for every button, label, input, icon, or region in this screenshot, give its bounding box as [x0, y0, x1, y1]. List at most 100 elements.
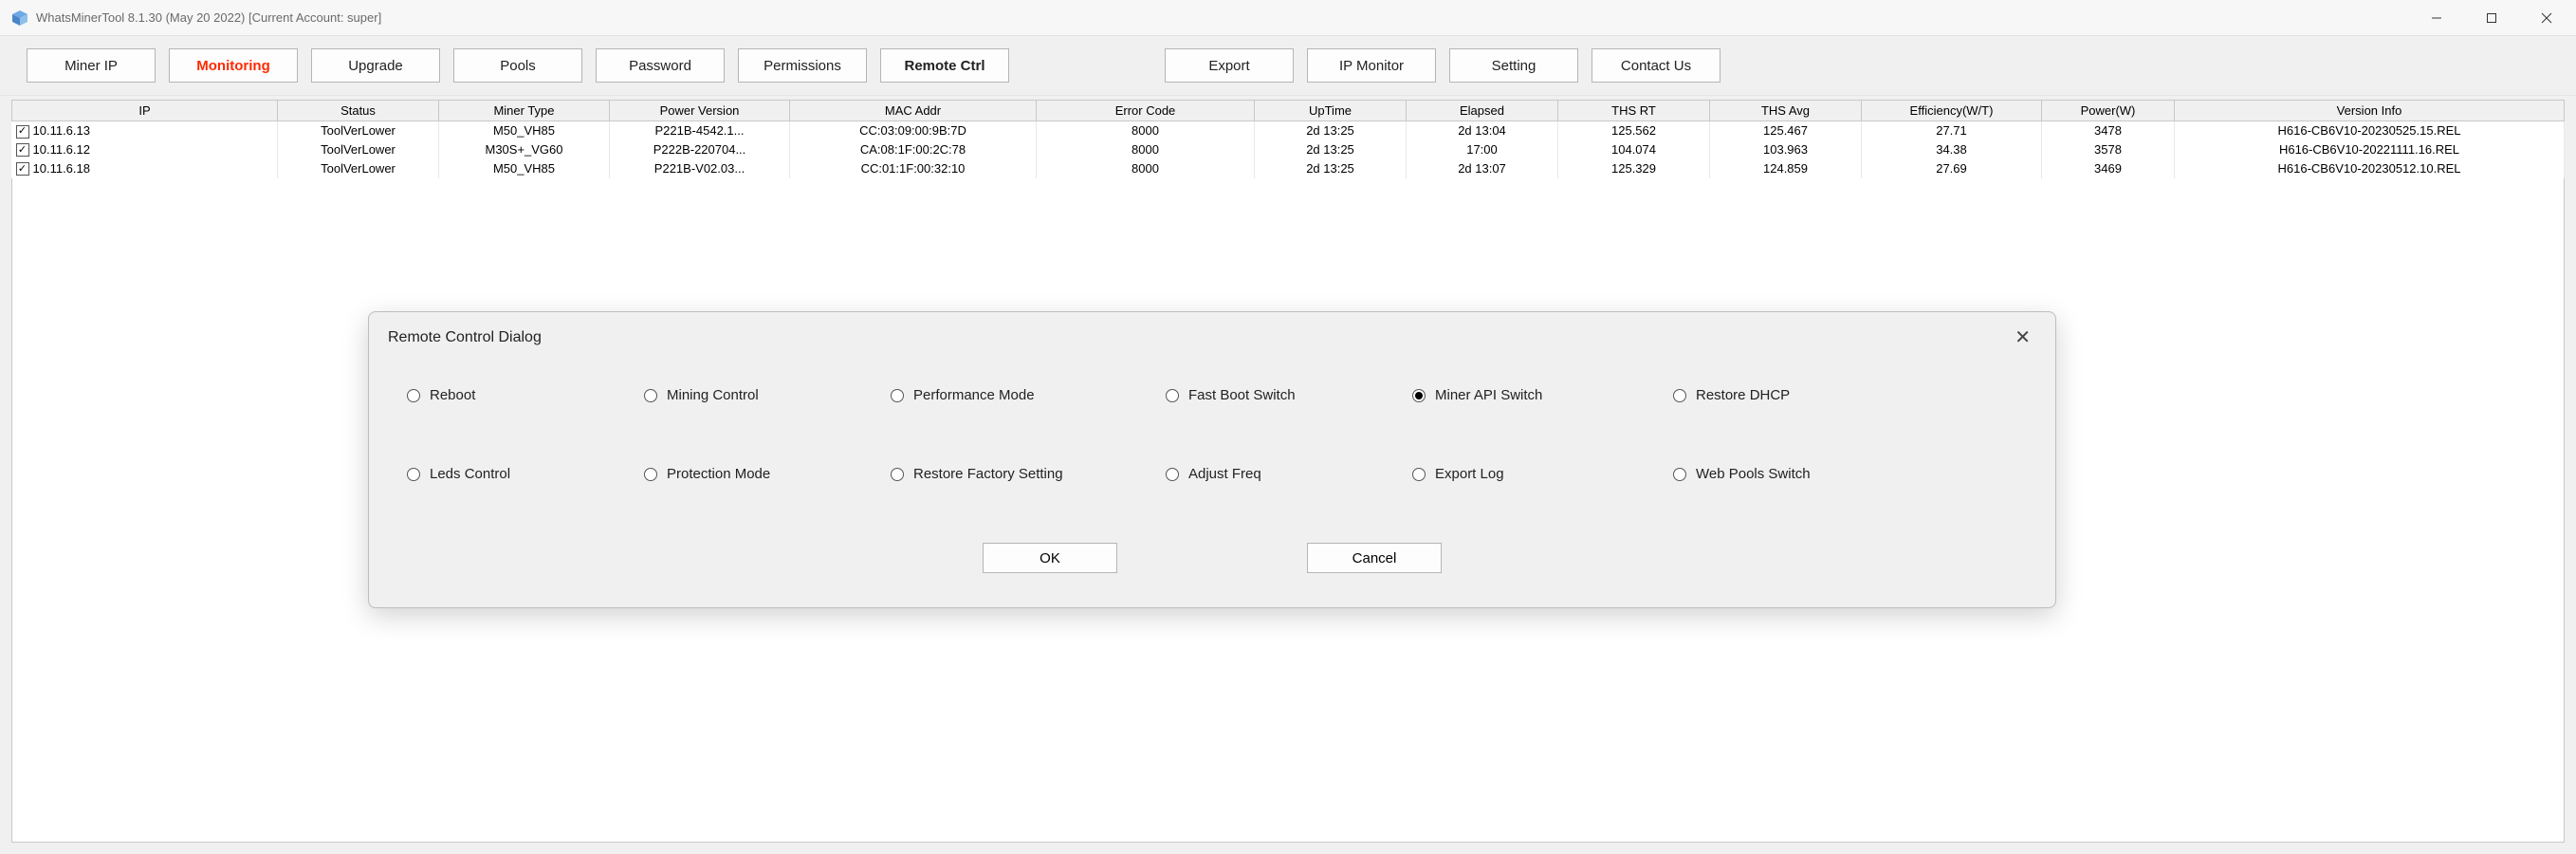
col-ip[interactable]: IP [12, 101, 278, 121]
cell-uptime: 2d 13:25 [1255, 159, 1407, 178]
miner-table: IP Status Miner Type Power Version MAC A… [11, 100, 2565, 178]
cell-status: ToolVerLower [278, 121, 439, 140]
cell-efficiency: 27.71 [1862, 121, 2042, 140]
cell-error-code: 8000 [1037, 121, 1255, 140]
col-uptime[interactable]: UpTime [1255, 101, 1407, 121]
col-mac[interactable]: MAC Addr [790, 101, 1037, 121]
cell-power-version: P221B-4542.1... [610, 121, 790, 140]
col-elapsed[interactable]: Elapsed [1407, 101, 1558, 121]
table-row[interactable]: ✓10.11.6.12ToolVerLowerM30S+_VG60P222B-2… [12, 140, 2565, 159]
table-row[interactable]: ✓ 10.11.6.13 ToolVerLowerM50_VH85P221B-454… [12, 121, 2565, 140]
col-version-info[interactable]: Version Info [2175, 101, 2565, 121]
col-status[interactable]: Status [278, 101, 439, 121]
col-miner-type[interactable]: Miner Type [439, 101, 610, 121]
cell-status: ToolVerLower [278, 140, 439, 159]
dialog-close-icon[interactable]: ✕ [2009, 325, 2036, 349]
col-ths-avg[interactable]: THS Avg [1710, 101, 1862, 121]
radio-reboot-label: Reboot [430, 387, 475, 403]
minimize-button[interactable] [2409, 0, 2464, 35]
contact-us-button[interactable]: Contact Us [1592, 48, 1720, 83]
col-error-code[interactable]: Error Code [1037, 101, 1255, 121]
cell-efficiency: 27.69 [1862, 159, 2042, 178]
cell-ths-avg: 124.859 [1710, 159, 1862, 178]
radio-export-log-label: Export Log [1435, 466, 1504, 482]
remote-ctrl-button[interactable]: Remote Ctrl [880, 48, 1009, 83]
password-button[interactable]: Password [596, 48, 725, 83]
col-power[interactable]: Power(W) [2042, 101, 2175, 121]
cell-elapsed: 17:00 [1407, 140, 1558, 159]
cell-version-info: H616-CB6V10-20230525.15.REL [2175, 121, 2565, 140]
cell-power: 3478 [2042, 121, 2175, 140]
col-ths-rt[interactable]: THS RT [1558, 101, 1710, 121]
radio-reboot[interactable]: Reboot [407, 387, 644, 403]
row-checkbox[interactable]: ✓ [16, 125, 29, 139]
setting-button[interactable]: Setting [1449, 48, 1578, 83]
cell-miner-type: M50_VH85 [439, 121, 610, 140]
dialog-title: Remote Control Dialog [388, 329, 542, 346]
dialog-cancel-button[interactable]: Cancel [1307, 543, 1442, 573]
cell-version-info: H616-CB6V10-20230512.10.REL [2175, 159, 2565, 178]
radio-protection-mode-label: Protection Mode [667, 466, 770, 482]
cell-ip[interactable]: ✓ 10.11.6.13 [12, 121, 278, 140]
remote-control-dialog: Remote Control Dialog ✕ Reboot Mining Co… [368, 311, 2056, 608]
ip-monitor-button[interactable]: IP Monitor [1307, 48, 1436, 83]
radio-miner-api-switch[interactable]: Miner API Switch [1412, 387, 1673, 403]
export-button[interactable]: Export [1165, 48, 1294, 83]
titlebar: WhatsMinerTool 8.1.30 (May 20 2022) [Cur… [0, 0, 2576, 36]
monitoring-button[interactable]: Monitoring [169, 48, 298, 83]
radio-restore-dhcp[interactable]: Restore DHCP [1673, 387, 1920, 403]
cell-uptime: 2d 13:25 [1255, 140, 1407, 159]
cell-elapsed: 2d 13:07 [1407, 159, 1558, 178]
cell-mac: CC:01:1F:00:32:10 [790, 159, 1037, 178]
cell-error-code: 8000 [1037, 159, 1255, 178]
cell-mac: CA:08:1F:00:2C:78 [790, 140, 1037, 159]
radio-leds-control[interactable]: Leds Control [407, 466, 644, 482]
row-checkbox[interactable]: ✓ [16, 162, 29, 176]
miner-ip-button[interactable]: Miner IP [27, 48, 156, 83]
cell-ths-rt: 104.074 [1558, 140, 1710, 159]
cell-mac: CC:03:09:00:9B:7D [790, 121, 1037, 140]
window-title: WhatsMinerTool 8.1.30 (May 20 2022) [Cur… [36, 10, 381, 25]
cell-ip[interactable]: ✓ 10.11.6.12 [12, 140, 278, 159]
pools-button[interactable]: Pools [453, 48, 582, 83]
table-row[interactable]: ✓10.11.6.18ToolVerLowerM50_VH85P221B-V02… [12, 159, 2565, 178]
radio-adjust-freq[interactable]: Adjust Freq [1166, 466, 1412, 482]
cell-ths-avg: 103.963 [1710, 140, 1862, 159]
cell-ip-text: 10.11.6.12 [33, 142, 90, 157]
radio-leds-control-label: Leds Control [430, 466, 510, 482]
permissions-button[interactable]: Permissions [738, 48, 867, 83]
cell-miner-type: M50_VH85 [439, 159, 610, 178]
cell-elapsed: 2d 13:04 [1407, 121, 1558, 140]
cell-power: 3578 [2042, 140, 2175, 159]
cell-ip[interactable]: ✓10.11.6.18 [12, 159, 278, 178]
radio-web-pools-switch[interactable]: Web Pools Switch [1673, 466, 1920, 482]
radio-protection-mode[interactable]: Protection Mode [644, 466, 891, 482]
radio-mining-control-label: Mining Control [667, 387, 759, 403]
radio-performance-mode-label: Performance Mode [913, 387, 1035, 403]
cell-uptime: 2d 13:25 [1255, 121, 1407, 140]
radio-restore-factory-label: Restore Factory Setting [913, 466, 1063, 482]
radio-mining-control[interactable]: Mining Control [644, 387, 891, 403]
cell-power: 3469 [2042, 159, 2175, 178]
radio-restore-factory[interactable]: Restore Factory Setting [891, 466, 1166, 482]
cell-ip-text: 10.11.6.13 [33, 123, 90, 138]
close-button[interactable] [2519, 0, 2574, 35]
radio-adjust-freq-label: Adjust Freq [1188, 466, 1261, 482]
upgrade-button[interactable]: Upgrade [311, 48, 440, 83]
col-efficiency[interactable]: Efficiency(W/T) [1862, 101, 2042, 121]
col-power-version[interactable]: Power Version [610, 101, 790, 121]
maximize-button[interactable] [2464, 0, 2519, 35]
cell-ths-rt: 125.329 [1558, 159, 1710, 178]
radio-fast-boot-switch[interactable]: Fast Boot Switch [1166, 387, 1412, 403]
row-checkbox[interactable]: ✓ [16, 143, 29, 157]
radio-export-log[interactable]: Export Log [1412, 466, 1673, 482]
app-icon [9, 8, 30, 28]
cell-miner-type: M30S+_VG60 [439, 140, 610, 159]
table-header-row: IP Status Miner Type Power Version MAC A… [12, 101, 2565, 121]
radio-web-pools-switch-label: Web Pools Switch [1696, 466, 1811, 482]
cell-ths-rt: 125.562 [1558, 121, 1710, 140]
toolbar: Miner IP Monitoring Upgrade Pools Passwo… [0, 36, 2576, 96]
radio-performance-mode[interactable]: Performance Mode [891, 387, 1166, 403]
radio-miner-api-switch-label: Miner API Switch [1435, 387, 1542, 403]
dialog-ok-button[interactable]: OK [983, 543, 1117, 573]
